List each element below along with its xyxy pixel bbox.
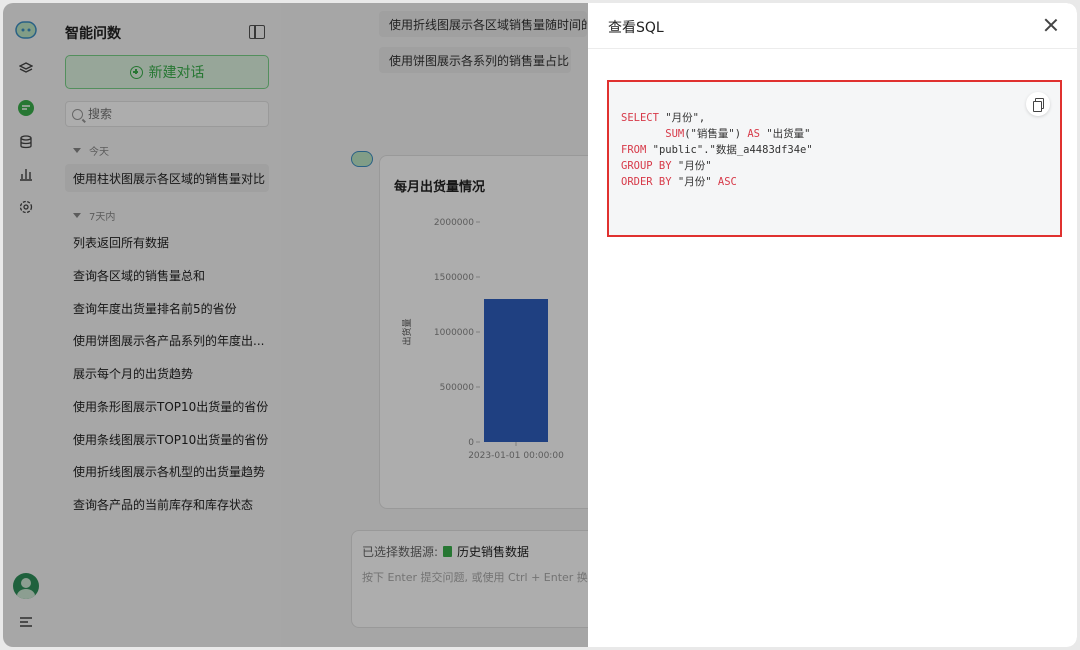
sql-text: "月份" — [671, 176, 718, 188]
sql-text: "月份" — [671, 160, 712, 172]
sql-code: SELECT "月份", SUM("销售量") AS "出货量" FROM "pu… — [621, 110, 813, 190]
sql-line: SUM("销售量") AS "出货量" — [621, 126, 813, 142]
sql-line: FROM "public"."数据_a4483df34e" — [621, 142, 813, 158]
sql-keyword: SELECT — [621, 112, 659, 124]
sql-text: "public"."数据_a4483df34e" — [646, 144, 813, 156]
sql-keyword: FROM — [621, 144, 647, 156]
app-window: 智能问数 新建对话 今天 使用柱状图展示各区域的销售量对比 7天内 列表返回所有… — [3, 3, 1077, 647]
sql-text: "月份", — [658, 112, 706, 124]
sql-keyword: GROUP BY — [621, 160, 672, 172]
close-icon[interactable] — [1043, 17, 1059, 33]
sql-keyword: ASC — [717, 176, 737, 188]
sql-keyword: ORDER BY — [621, 176, 672, 188]
sql-code-block: SELECT "月份", SUM("销售量") AS "出货量" FROM "pu… — [607, 80, 1062, 237]
copy-icon[interactable] — [1026, 92, 1050, 116]
sql-text: ("销售量") — [684, 128, 748, 140]
sql-line: SELECT "月份", — [621, 110, 813, 126]
sql-drawer: 查看SQL SELECT "月份", SUM("销售量") AS "出货量" FR… — [588, 3, 1077, 647]
sql-line: ORDER BY "月份" ASC — [621, 174, 813, 190]
sql-text: "出货量" — [760, 128, 811, 140]
drawer-header: 查看SQL — [588, 3, 1077, 49]
sql-line: GROUP BY "月份" — [621, 158, 813, 174]
sql-keyword: AS — [747, 128, 760, 140]
sql-keyword: SUM — [665, 128, 685, 140]
drawer-title: 查看SQL — [608, 20, 664, 36]
